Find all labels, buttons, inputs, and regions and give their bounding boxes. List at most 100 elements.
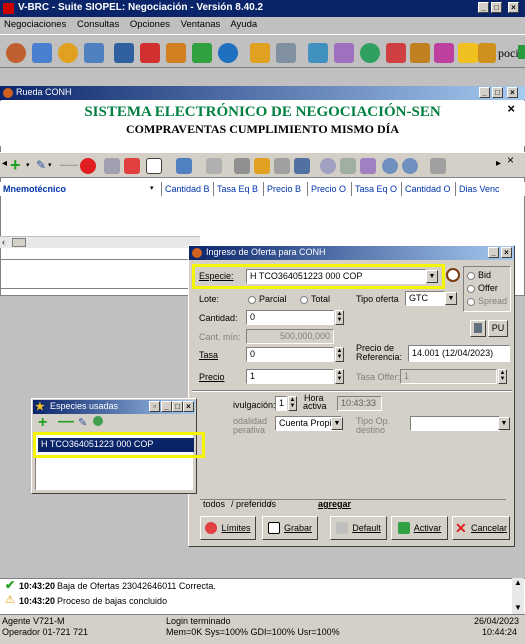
menu-ayuda[interactable]: Ayuda bbox=[230, 19, 257, 30]
menu-opciones[interactable]: Opciones bbox=[130, 19, 170, 30]
users-icon[interactable] bbox=[166, 43, 186, 63]
col-tasa-eq-o[interactable]: Tasa Eq O bbox=[352, 182, 402, 196]
especies-maximize-button[interactable]: □ bbox=[172, 401, 183, 412]
pu-button[interactable]: PU bbox=[488, 320, 508, 337]
save-icon[interactable] bbox=[146, 158, 162, 174]
col-mnemotecnico[interactable]: Mnemotécnico bbox=[0, 182, 162, 196]
menu-consultas[interactable]: Consultas bbox=[77, 19, 119, 30]
flag-icon[interactable] bbox=[386, 43, 406, 63]
rueda-header-close[interactable]: × bbox=[507, 101, 515, 116]
hscroll-thumb[interactable] bbox=[12, 238, 26, 247]
oferta-close-button[interactable]: × bbox=[501, 247, 512, 258]
tag-icon[interactable] bbox=[334, 43, 354, 63]
col-mnemotecnico-sort-icon[interactable]: ▾ bbox=[150, 184, 154, 192]
log-scroll-up[interactable]: ▲ bbox=[514, 578, 522, 587]
zoom-in-icon[interactable] bbox=[382, 158, 398, 174]
print-icon[interactable] bbox=[206, 158, 222, 174]
col-precio-b[interactable]: Precio B bbox=[264, 182, 308, 196]
modalidad-dropdown-button[interactable]: ▼ bbox=[331, 417, 343, 430]
total-radio[interactable]: Total bbox=[300, 294, 330, 304]
tipo-op-field[interactable] bbox=[410, 416, 500, 431]
hands-icon[interactable] bbox=[192, 43, 212, 63]
tipo-op-dropdown-button[interactable]: ▼ bbox=[498, 417, 510, 430]
minimize-button[interactable]: _ bbox=[478, 2, 489, 13]
close-button[interactable]: × bbox=[508, 2, 519, 13]
nav-right-icon[interactable]: ▸ bbox=[496, 158, 501, 169]
spread-radio[interactable]: Spread bbox=[467, 296, 507, 306]
report-icon[interactable] bbox=[140, 43, 160, 63]
tag-icon-2[interactable] bbox=[360, 158, 376, 174]
report-icon-2[interactable] bbox=[294, 158, 310, 174]
col-cantidad-b[interactable]: Cantidad B bbox=[162, 182, 214, 196]
calendar-icon[interactable] bbox=[250, 43, 270, 63]
settings-icon[interactable] bbox=[320, 158, 336, 174]
refresh-icon[interactable] bbox=[6, 43, 26, 63]
tasa-field[interactable]: 0 bbox=[246, 347, 334, 362]
transfer-icon[interactable] bbox=[308, 43, 328, 63]
maximize-button[interactable]: □ bbox=[491, 2, 502, 13]
copy-icon[interactable] bbox=[176, 158, 192, 174]
tasa-spinner[interactable]: ▲ ▼ bbox=[335, 347, 344, 362]
especie-dropdown-button[interactable]: ▼ bbox=[426, 270, 438, 283]
col-tasa-eq-b[interactable]: Tasa Eq B bbox=[214, 182, 264, 196]
menu-negociaciones[interactable]: Negociaciones bbox=[4, 19, 66, 30]
grabar-button[interactable]: Grabar bbox=[262, 516, 318, 540]
hscroll-left-arrow[interactable]: ‹ bbox=[2, 237, 5, 247]
minus-icon[interactable]: — bbox=[60, 154, 78, 175]
cantidad-field[interactable]: 0 bbox=[246, 310, 334, 325]
stop-icon[interactable] bbox=[80, 158, 96, 174]
calculator-icon[interactable] bbox=[276, 43, 296, 63]
star-icon[interactable] bbox=[458, 43, 478, 63]
log-scroll-down[interactable]: ▼ bbox=[514, 603, 522, 612]
grey-block-icon[interactable] bbox=[234, 158, 250, 174]
especie-search-icon[interactable] bbox=[446, 268, 460, 282]
rueda-maximize-button[interactable]: □ bbox=[492, 87, 503, 98]
cancelar-button[interactable]: ✕ Cancelar bbox=[452, 516, 510, 540]
especies-tag-icon[interactable] bbox=[93, 416, 103, 426]
precio-field[interactable]: 1 bbox=[246, 369, 334, 384]
bid-radio[interactable]: Bid bbox=[467, 270, 491, 280]
rueda-hscrollbar[interactable]: ‹ bbox=[0, 236, 200, 248]
tipo-oferta-dropdown-button[interactable]: ▼ bbox=[445, 292, 457, 305]
zoom-out-icon[interactable] bbox=[402, 158, 418, 174]
default-button[interactable]: Default bbox=[330, 516, 387, 540]
chart-icon[interactable] bbox=[274, 158, 290, 174]
add-icon[interactable]: + bbox=[10, 155, 21, 176]
col-cantidad-o[interactable]: Cantidad O bbox=[402, 182, 456, 196]
offer-radio[interactable]: Offer bbox=[467, 283, 498, 293]
especies-add-icon[interactable]: + bbox=[38, 414, 47, 432]
window-icon[interactable] bbox=[114, 43, 134, 63]
especie-field[interactable]: H TCO364051223 000 COP bbox=[246, 269, 426, 284]
grid-icon[interactable] bbox=[84, 43, 104, 63]
edit-icon[interactable]: ✎ bbox=[36, 158, 46, 172]
bag-icon[interactable] bbox=[478, 43, 496, 63]
tipo-oferta-field[interactable]: GTC bbox=[405, 291, 445, 306]
especies-restore-button[interactable]: ▫ bbox=[149, 401, 160, 412]
check-globe-icon[interactable] bbox=[360, 43, 380, 63]
parcial-radio[interactable]: Parcial bbox=[248, 294, 287, 304]
col-precio-o[interactable]: Precio O bbox=[308, 182, 352, 196]
especies-remove-icon[interactable]: — bbox=[58, 413, 74, 431]
arrow-down-icon[interactable] bbox=[254, 158, 270, 174]
disabled-icon-1[interactable] bbox=[104, 158, 120, 174]
especies-list-item[interactable]: H TCO364051223 000 COP bbox=[38, 438, 194, 452]
grey-icon-end[interactable] bbox=[430, 158, 446, 174]
menu-ventanas[interactable]: Ventanas bbox=[181, 19, 221, 30]
agregar-link[interactable]: agregar bbox=[318, 499, 351, 509]
rueda-toolbar-close[interactable]: × bbox=[507, 153, 514, 167]
heart-icon[interactable] bbox=[434, 43, 454, 63]
rueda-close-button[interactable]: × bbox=[507, 87, 518, 98]
activar-button[interactable]: Activar bbox=[391, 516, 448, 540]
especies-close-button[interactable]: × bbox=[183, 401, 194, 412]
precio-spinner[interactable]: ▲ ▼ bbox=[335, 369, 344, 384]
divulgacion-field[interactable]: 1 bbox=[275, 396, 287, 411]
cantidad-spinner[interactable]: ▲ ▼ bbox=[335, 310, 344, 325]
globe-icon[interactable] bbox=[218, 43, 238, 63]
col-dias-venc[interactable]: Dias Venc bbox=[456, 182, 525, 196]
especies-minimize-button[interactable]: _ bbox=[161, 401, 172, 412]
limites-button[interactable]: Límites bbox=[200, 516, 256, 540]
document-icon[interactable] bbox=[32, 43, 52, 63]
oferta-minimize-button[interactable]: _ bbox=[488, 247, 499, 258]
check-icon[interactable] bbox=[124, 158, 140, 174]
divulgacion-spinner[interactable]: ▲ ▼ bbox=[288, 396, 297, 411]
